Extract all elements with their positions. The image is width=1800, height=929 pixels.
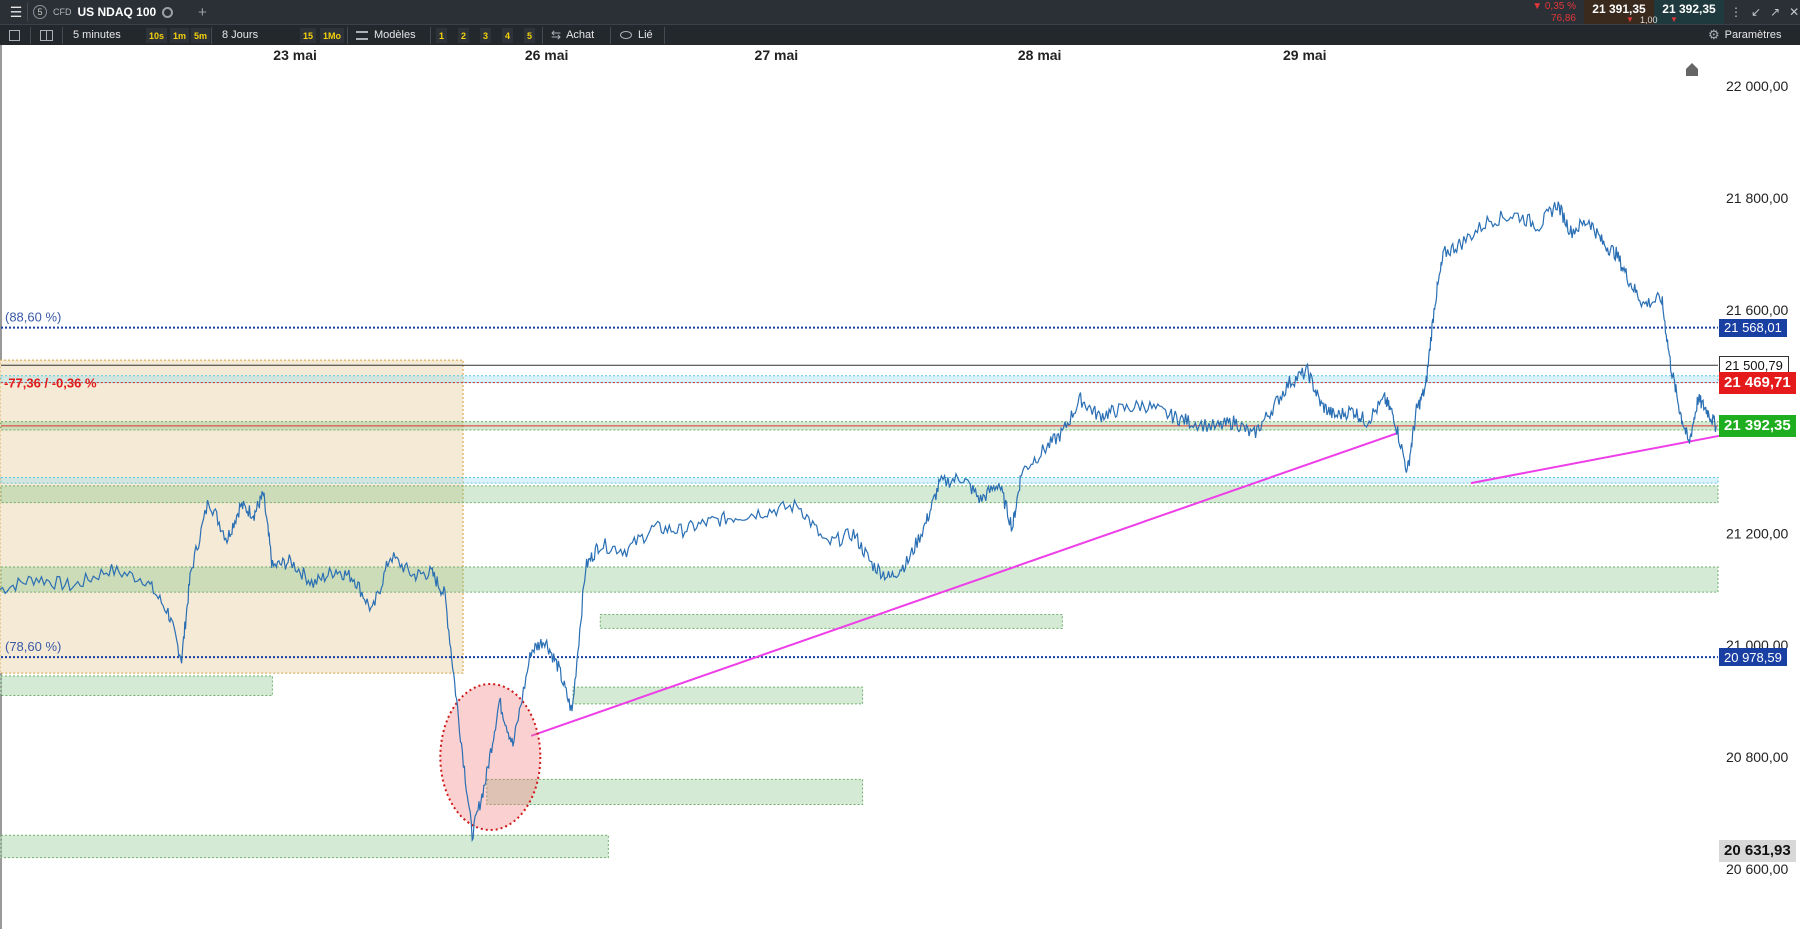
buy-down-arrow-icon: ▼ [1670, 15, 1678, 24]
support-zone-5 [572, 686, 864, 705]
range-1mo-button[interactable]: 1Mo [320, 28, 344, 43]
support-zone-7 [0, 834, 609, 859]
support-zone-6 [486, 778, 864, 806]
buy-mode-icon: ⇆ [551, 28, 562, 42]
buy-mode-button[interactable]: ⇆ Achat [551, 25, 594, 45]
price-chart[interactable]: (88,60 %) (78,60 %) -77,36 / -0,36 % 22 000… [0, 45, 1800, 929]
y-tick-label: 22 000,00 [1726, 78, 1788, 94]
change-percent: ▼ 0,35 % [1532, 1, 1576, 12]
settings-label: Paramètres [1724, 29, 1782, 41]
y-tick-label: 21 800,00 [1726, 190, 1788, 206]
support-zone-3 [599, 613, 1063, 629]
layout-grid-icon[interactable] [40, 25, 53, 45]
buy-mode-label: Achat [566, 29, 595, 41]
price-axis-background [1718, 45, 1800, 929]
x-tick-label: 28 mai [1018, 47, 1062, 63]
x-tick-label: 29 mai [1283, 47, 1327, 63]
more-options-icon[interactable]: ⋮ [1730, 5, 1742, 19]
sell-price: 21 391,35 [1592, 2, 1646, 16]
price-tag: 20 631,93 [1719, 839, 1796, 862]
list-icon[interactable] [9, 25, 20, 45]
chart-canvas[interactable]: (88,60 %) (78,60 %) -77,36 / -0,36 % 22 000… [0, 45, 1800, 929]
highlight-circle [439, 683, 542, 831]
interval-1m-button[interactable]: 1m [170, 28, 190, 43]
x-tick-label: 23 mai [273, 47, 317, 63]
preset-2-button[interactable]: 2 [458, 28, 470, 43]
search-icon[interactable] [162, 6, 174, 18]
price-tag: 21 392,35 [1719, 414, 1796, 437]
templates-button[interactable]: Modèles [356, 25, 416, 45]
range-select[interactable]: 8 Jours [222, 25, 258, 45]
price-tag: 21 469,71 [1719, 371, 1796, 394]
preset-1-button[interactable]: 1 [436, 28, 448, 43]
eye-icon [620, 31, 632, 39]
range-15-button[interactable]: 15 [300, 28, 317, 43]
y-tick-label: 21 200,00 [1726, 525, 1788, 541]
interval-select[interactable]: 5 minutes [73, 25, 121, 45]
linked-button[interactable]: Lié [620, 25, 653, 45]
chart-toolbar: 5 minutes 10s 1m 5m 8 Jours 15 1Mo Modèl… [0, 24, 1800, 45]
range-label: 8 Jours [222, 29, 259, 41]
instrument-name[interactable]: US NDAQ 100 [78, 5, 157, 19]
fib-label-1: (78,60 %) [5, 639, 61, 654]
templates-icon [356, 30, 368, 40]
buy-price: 21 392,35 [1662, 2, 1716, 16]
performance-annotation: -77,36 / -0,36 % [4, 376, 97, 391]
add-tab-button[interactable]: + [198, 0, 207, 24]
instrument-type-label: CFD [53, 7, 72, 17]
shrink-icon[interactable]: ↙ [1751, 5, 1761, 19]
change-indicator: ▼ 0,35 % 76,86 [1522, 0, 1582, 24]
resistance-zone-0 [0, 375, 1719, 383]
x-tick-label: 26 mai [525, 47, 569, 63]
templates-label: Modèles [374, 29, 416, 41]
resistance-zone-1 [0, 477, 1719, 484]
y-tick-label: 21 600,00 [1726, 302, 1788, 318]
hamburger-menu-icon[interactable]: ☰ [6, 0, 26, 24]
price-tag: 20 978,59 [1719, 648, 1787, 667]
instrument-bar: ☰ 5 CFD US NDAQ 100 + ▼ 0,35 % 76,86 21 … [0, 0, 1800, 25]
gear-icon: ⚙ [1708, 27, 1720, 42]
change-points: 76,86 [1550, 13, 1576, 24]
interval-10s-button[interactable]: 10s [146, 28, 168, 43]
fib-label-0: (88,60 %) [5, 310, 61, 325]
shaded-period-box [0, 359, 464, 674]
preset-4-button[interactable]: 4 [502, 28, 514, 43]
buy-price-button[interactable]: 21 392,35 [1654, 0, 1724, 24]
support-zone-1 [0, 485, 1719, 504]
instrument-number-badge: 5 [33, 5, 47, 19]
linked-label: Lié [638, 29, 653, 41]
price-tag: 21 568,01 [1719, 318, 1787, 337]
close-icon[interactable]: ✕ [1789, 5, 1799, 19]
y-tick-label: 20 800,00 [1726, 749, 1788, 765]
preset-5-button[interactable]: 5 [524, 28, 536, 43]
support-zone-4 [0, 675, 273, 697]
x-tick-label: 27 mai [755, 47, 799, 63]
y-tick-label: 20 600,00 [1726, 861, 1788, 877]
preset-3-button[interactable]: 3 [480, 28, 492, 43]
settings-button[interactable]: ⚙ Paramètres [1708, 25, 1782, 45]
popout-icon[interactable]: ↗ [1770, 5, 1780, 19]
sell-down-arrow-icon: ▼ [1626, 15, 1634, 24]
interval-label: 5 minutes [73, 29, 121, 41]
support-zone-2 [0, 566, 1719, 593]
interval-5m-button[interactable]: 5m [191, 28, 211, 43]
